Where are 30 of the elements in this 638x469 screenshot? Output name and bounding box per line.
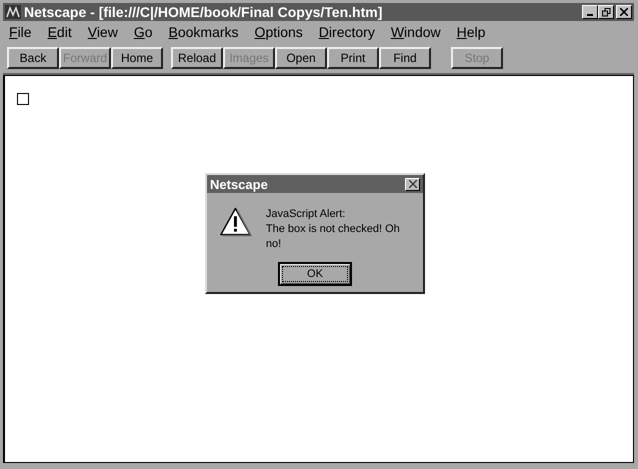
menu-item[interactable]: View xyxy=(88,24,118,40)
menu-item[interactable]: Directory xyxy=(318,24,375,40)
menu-item[interactable]: Window xyxy=(390,24,441,40)
checkbox[interactable] xyxy=(17,93,29,105)
minimize-button[interactable] xyxy=(582,5,598,19)
ok-button[interactable]: OK xyxy=(278,262,352,286)
toolbar-button[interactable]: Back xyxy=(7,47,59,69)
close-icon xyxy=(408,180,416,188)
dialog-title: Netscape xyxy=(210,176,268,192)
toolbar-button[interactable]: Open xyxy=(275,47,327,69)
close-icon xyxy=(620,8,628,16)
menu-item[interactable]: Help xyxy=(456,24,486,40)
warning-icon xyxy=(219,206,252,238)
close-button[interactable] xyxy=(405,178,420,190)
window-title: Netscape - [file:///C|/HOME/book/Final Copys/Ten.htm] xyxy=(24,4,384,20)
app-icon xyxy=(5,5,21,19)
alert-message: The box is not checked! Oh no! xyxy=(266,222,401,252)
toolbar-button[interactable]: Home xyxy=(111,47,163,69)
close-button[interactable] xyxy=(616,5,632,19)
toolbar-button[interactable]: Reload xyxy=(171,47,223,69)
menu-item[interactable]: Edit xyxy=(48,24,72,40)
restore-button[interactable] xyxy=(598,5,614,19)
alert-message: JavaScript Alert: xyxy=(266,207,346,222)
toolbar-button[interactable]: Print xyxy=(327,47,379,69)
restore-icon xyxy=(602,8,610,16)
menu-item[interactable]: Bookmarks xyxy=(168,24,239,40)
menu-item[interactable]: Go xyxy=(134,24,153,40)
menu-item[interactable]: Options xyxy=(254,24,303,40)
menu-item[interactable]: File xyxy=(9,24,32,40)
toolbar-button[interactable]: Find xyxy=(379,47,431,69)
